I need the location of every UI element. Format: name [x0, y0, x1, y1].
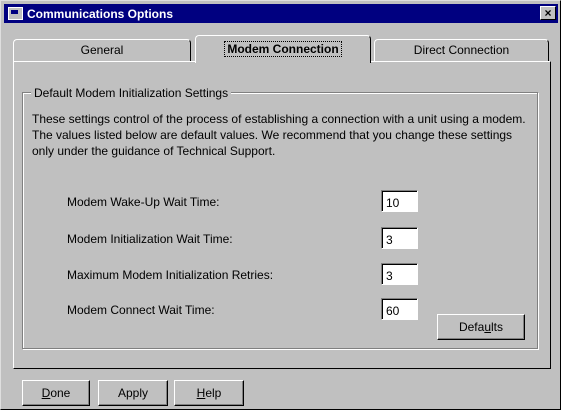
apply-button[interactable]: Apply	[98, 380, 168, 406]
defaults-mnemonic: u	[484, 320, 492, 334]
tab-modem-connection[interactable]: Modem Connection	[195, 35, 371, 63]
window-title: Communications Options	[27, 6, 174, 21]
apply-label: Apply	[117, 386, 149, 400]
modem-wake-up-wait-time-input[interactable]	[381, 190, 418, 212]
modem-connect-wait-time-input[interactable]	[381, 298, 418, 320]
group-description: These settings control of the process of…	[32, 112, 526, 158]
defaults-label-a: Defa	[458, 320, 485, 334]
tab-general[interactable]: General	[13, 39, 191, 61]
app-window-icon	[8, 7, 23, 20]
modem-initialization-wait-time-label: Modem Initialization Wait Time:	[67, 232, 233, 246]
defaults-button[interactable]: Defaults	[437, 314, 525, 340]
group-title: Default Modem Initialization Settings	[31, 86, 232, 100]
tab-modem-connection-label: Modem Connection	[224, 41, 342, 57]
done-mnemonic: D	[41, 386, 51, 400]
tab-direct-connection-label: Direct Connection	[413, 43, 510, 57]
title-bar[interactable]: Communications Options ×	[4, 4, 558, 23]
close-button[interactable]: ×	[540, 6, 556, 20]
defaults-label-b: lts	[491, 320, 504, 334]
modem-initialization-wait-time-input[interactable]	[381, 227, 418, 249]
done-label: one	[50, 386, 71, 400]
modem-wake-up-wait-time-label: Modem Wake-Up Wait Time:	[67, 195, 220, 209]
maximum-modem-initialization-retries-input[interactable]	[381, 263, 418, 285]
tab-direct-connection[interactable]: Direct Connection	[374, 39, 549, 61]
help-label: elp	[205, 386, 222, 400]
tab-general-label: General	[80, 43, 124, 57]
help-button[interactable]: Help	[174, 380, 244, 406]
done-button[interactable]: Done	[22, 380, 90, 406]
communications-options-dialog: Communications Options × General Modem C…	[0, 0, 561, 410]
maximum-modem-initialization-retries-label: Maximum Modem Initialization Retries:	[67, 268, 274, 282]
modem-connect-wait-time-label: Modem Connect Wait Time:	[67, 303, 215, 317]
